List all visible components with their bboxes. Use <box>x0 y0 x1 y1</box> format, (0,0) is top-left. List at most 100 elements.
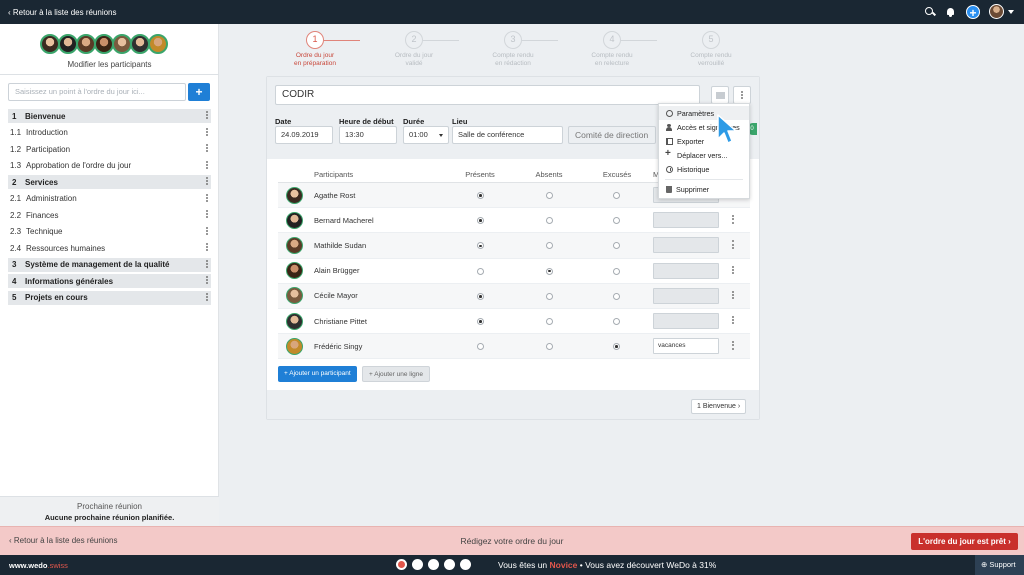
notifications-bell-icon[interactable] <box>945 6 957 18</box>
step-1[interactable]: 1 Ordre du jour en préparation <box>270 31 360 68</box>
present-radio[interactable] <box>477 292 484 300</box>
step-3[interactable]: 3 Compte rendu en rédaction <box>468 31 558 68</box>
more-vertical-icon[interactable] <box>205 259 208 270</box>
agenda-item[interactable]: 1.3 Approbation de l'ordre du jour <box>8 159 211 173</box>
present-radio[interactable] <box>477 343 484 351</box>
more-vertical-icon[interactable] <box>732 315 734 325</box>
step-5[interactable]: 5 Compte rendu verrouillé <box>666 31 756 68</box>
agenda-number: 1.2 <box>10 144 22 154</box>
agenda-item[interactable]: 2.2 Finances <box>8 208 211 222</box>
agenda-section[interactable]: 2 Services <box>8 175 211 189</box>
step-number: 2 <box>405 31 423 49</box>
duration-select[interactable]: 01:00 <box>403 126 449 144</box>
place-field[interactable]: Salle de conférence <box>452 126 563 144</box>
agenda-section[interactable]: 3 Système de management de la qualité <box>8 257 211 272</box>
menu-item-move[interactable]: Déplacer vers... <box>659 148 749 163</box>
reason-field[interactable] <box>653 262 719 279</box>
agenda-label: Informations générales <box>25 276 114 286</box>
more-vertical-icon[interactable] <box>205 226 208 237</box>
email-button[interactable] <box>711 86 729 104</box>
excused-radio[interactable] <box>613 217 620 225</box>
excused-radio[interactable] <box>613 317 620 325</box>
more-vertical-icon[interactable] <box>732 341 734 350</box>
date-field[interactable]: 24.09.2019 <box>275 126 333 144</box>
more-vertical-icon[interactable] <box>205 127 208 138</box>
reason-field[interactable] <box>653 212 719 229</box>
excused-radio[interactable] <box>613 192 620 199</box>
more-vertical-icon[interactable] <box>205 276 208 286</box>
agenda-item[interactable]: 1.1 Introduction <box>8 126 211 140</box>
present-radio[interactable] <box>477 317 484 325</box>
reason-field[interactable] <box>653 287 719 304</box>
chevron-down-icon[interactable] <box>1008 9 1014 14</box>
menu-item-delete[interactable]: Supprimer <box>659 182 749 196</box>
absent-radio[interactable] <box>546 217 553 225</box>
more-vertical-icon[interactable] <box>205 177 208 187</box>
more-vertical-icon[interactable] <box>732 215 734 224</box>
search-icon[interactable] <box>924 6 936 18</box>
agenda-item-input[interactable]: Saisissez un point à l'ordre du jour ici… <box>8 83 186 101</box>
absent-radio[interactable] <box>546 267 553 275</box>
avatar <box>130 34 150 54</box>
agenda-section[interactable]: 1 Bienvenue <box>8 109 211 123</box>
present-radio[interactable] <box>477 192 484 199</box>
agenda-number: 4 <box>12 276 17 286</box>
menu-item-history[interactable]: Historique <box>659 163 749 177</box>
excused-radio[interactable] <box>613 343 620 351</box>
duration-label: Durée <box>403 117 425 126</box>
more-vertical-icon[interactable] <box>205 144 208 154</box>
reason-field[interactable] <box>653 312 719 329</box>
more-vertical-icon[interactable] <box>732 265 734 274</box>
excused-radio[interactable] <box>613 267 620 275</box>
create-plus-icon[interactable]: + <box>966 4 980 20</box>
agenda-item[interactable]: 2.3 Technique <box>8 225 211 239</box>
more-vertical-icon[interactable] <box>732 240 734 249</box>
more-vertical-icon[interactable] <box>205 160 208 171</box>
meeting-more-button[interactable] <box>733 86 751 104</box>
agenda-label: Participation <box>26 144 71 154</box>
agenda-item[interactable]: 2.1 Administration <box>8 192 211 206</box>
participant-avatars[interactable] <box>40 34 168 54</box>
agenda-section[interactable]: 4 Informations générales <box>8 274 211 288</box>
more-vertical-icon[interactable] <box>205 193 208 204</box>
more-vertical-icon[interactable] <box>205 210 208 220</box>
add-participant-button[interactable]: + Ajouter un participant <box>278 366 357 382</box>
progress-dot <box>428 559 439 570</box>
reason-field[interactable]: vacances <box>653 338 719 355</box>
present-radio[interactable] <box>477 217 484 225</box>
meeting-title-input[interactable]: CODIR <box>275 85 700 105</box>
absent-radio[interactable] <box>546 192 553 199</box>
modify-participants-link[interactable]: Modifier les participants <box>0 60 219 69</box>
add-agenda-item-button[interactable]: + <box>188 83 210 101</box>
add-line-button[interactable]: + Ajouter une ligne <box>362 366 431 382</box>
present-radio[interactable] <box>477 267 484 275</box>
user-avatar[interactable] <box>989 4 1004 19</box>
absent-radio[interactable] <box>546 343 553 351</box>
next-agenda-item-button[interactable]: 1 Bienvenue › <box>691 399 747 414</box>
divider <box>665 178 743 180</box>
more-vertical-icon[interactable] <box>205 243 208 253</box>
more-vertical-icon[interactable] <box>732 290 734 300</box>
support-button[interactable]: ⊕ Support <box>975 555 1024 575</box>
step-2[interactable]: 2 Ordre du jour validé <box>369 31 459 68</box>
absent-radio[interactable] <box>546 242 553 250</box>
agenda-section[interactable]: 5 Projets en cours <box>8 290 211 305</box>
agenda-ready-button[interactable]: L'ordre du jour est prêt › <box>911 533 1018 550</box>
reason-field[interactable] <box>653 237 719 254</box>
excused-radio[interactable] <box>613 242 620 250</box>
brand-logo[interactable]: www.wedo.swiss <box>9 561 68 570</box>
group-field[interactable]: Comité de direction <box>568 126 656 144</box>
excused-radio[interactable] <box>613 292 620 300</box>
agenda-item[interactable]: 1.2 Participation <box>8 142 211 156</box>
absent-radio[interactable] <box>546 317 553 325</box>
step-label: Ordre du jour validé <box>394 52 434 67</box>
agenda-item[interactable]: 2.4 Ressources humaines <box>8 241 211 255</box>
start-time-field[interactable]: 13:30 <box>339 126 397 144</box>
more-vertical-icon[interactable] <box>205 111 208 121</box>
absent-radio[interactable] <box>546 292 553 300</box>
back-to-meetings-link[interactable]: ‹ Retour à la liste des réunions <box>8 8 117 17</box>
step-4[interactable]: 4 Compte rendu en relecture <box>567 31 657 68</box>
present-radio[interactable] <box>477 242 484 250</box>
avatar <box>286 211 303 229</box>
more-vertical-icon[interactable] <box>205 292 208 303</box>
